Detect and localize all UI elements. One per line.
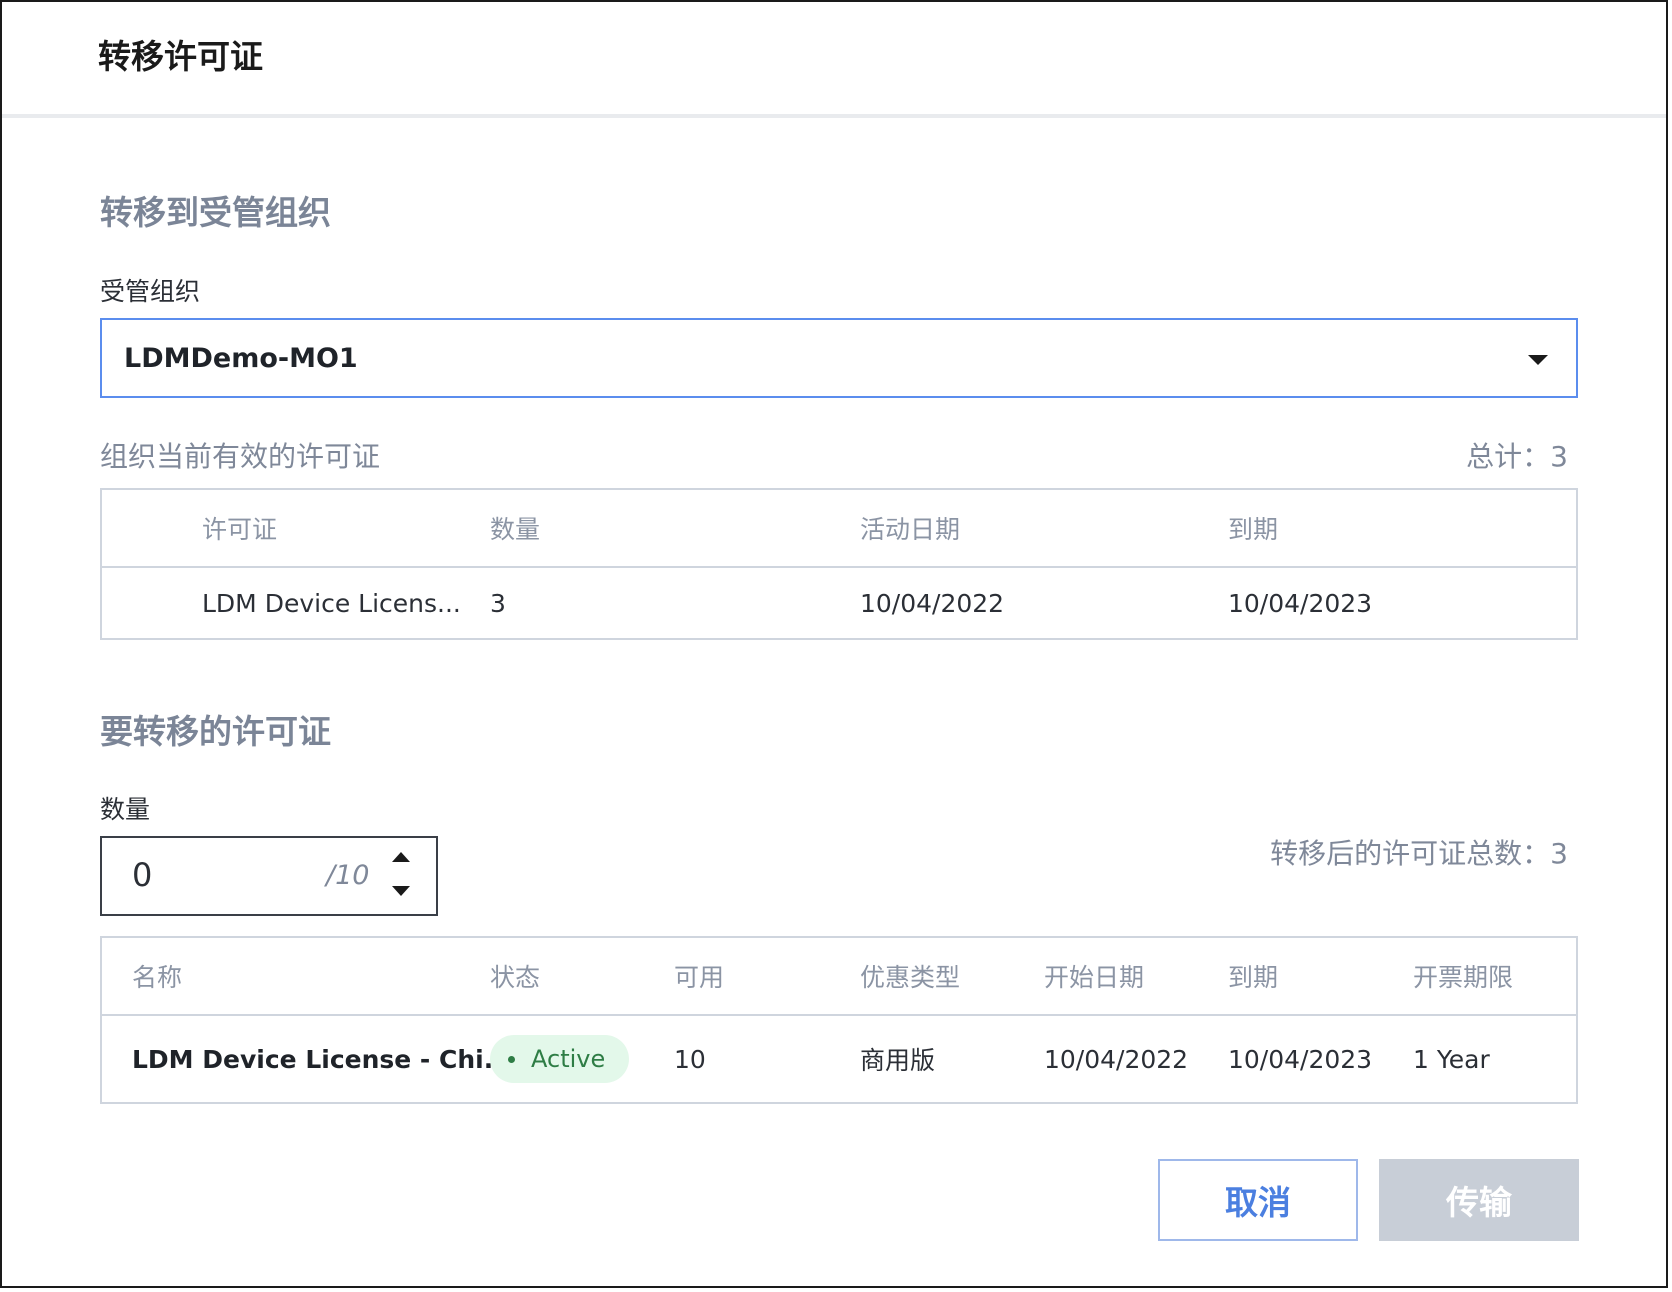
column-header-available: 可用 [674,963,725,992]
status-dot-icon [508,1055,515,1063]
expiry-cell: 10/04/2023 [1228,588,1373,618]
column-header-active-date: 活动日期 [860,515,961,544]
license-name-cell: LDM Device License - Chi... [132,1044,513,1074]
managed-org-select[interactable]: LDMDemo-MO1 [100,318,1578,398]
total-after-transfer-label: 转移后的许可证总数：3 [1270,837,1568,870]
dialog-title: 转移许可证 [98,37,263,76]
status-cell: Active [490,1016,630,1102]
column-header-quantity: 数量 [490,515,541,544]
transfer-button[interactable]: 传输 [1379,1159,1579,1241]
chevron-down-icon [1528,355,1548,365]
table-row[interactable]: LDM Device License - Chi... Active 10 商用… [102,1016,1576,1102]
table-header: 名称 状态 可用 优惠类型 开始日期 到期 开票期限 [102,938,1576,1016]
column-header-billing-term: 开票期限 [1413,963,1514,992]
active-date-cell: 10/04/2022 [860,588,1005,618]
column-header-expiry: 到期 [1228,963,1279,992]
cancel-button[interactable]: 取消 [1158,1159,1358,1241]
column-header-start-date: 开始日期 [1044,963,1145,992]
column-header-expiry: 到期 [1228,515,1279,544]
table-row: LDM Device Licens... 3 10/04/2022 10/04/… [102,568,1576,638]
increment-arrow-icon[interactable] [392,852,410,862]
transfer-license-dialog: 转移许可证 转移到受管组织 受管组织 LDMDemo-MO1 组织当前有效的许可… [0,0,1668,1288]
quantity-stepper[interactable]: 0 /10 [100,836,438,916]
column-header-status: 状态 [490,963,541,992]
status-badge: Active [490,1035,630,1083]
column-header-license: 许可证 [202,515,278,544]
quantity-input[interactable]: 0 [132,856,152,894]
managed-org-select-value: LDMDemo-MO1 [124,342,358,374]
start-date-cell: 10/04/2022 [1044,1044,1189,1074]
section-title-transfer-to-org: 转移到受管组织 [100,193,331,232]
table-header: 许可证 数量 活动日期 到期 [102,490,1576,568]
current-licenses-label: 组织当前有效的许可证 [100,440,381,473]
quantity-cell: 3 [490,588,506,618]
expiry-cell: 10/04/2023 [1228,1044,1373,1074]
status-badge-label: Active [531,1045,606,1073]
total-count-label: 总计：3 [1466,440,1568,473]
quantity-label: 数量 [100,795,151,824]
current-licenses-table: 许可证 数量 活动日期 到期 LDM Device Licens... 3 10… [100,488,1578,640]
licenses-to-transfer-table: 名称 状态 可用 优惠类型 开始日期 到期 开票期限 LDM Device Li… [100,936,1578,1104]
available-cell: 10 [674,1044,706,1074]
quantity-max: /10 [326,860,370,891]
license-name-cell: LDM Device Licens... [202,588,461,618]
column-header-name: 名称 [132,963,183,992]
decrement-arrow-icon[interactable] [392,886,410,896]
column-header-offer-type: 优惠类型 [860,963,961,992]
dialog-header: 转移许可证 [2,2,1666,118]
offer-type-cell: 商用版 [860,1046,936,1075]
billing-term-cell: 1 Year [1413,1044,1490,1074]
managed-org-label: 受管组织 [100,277,201,306]
section-title-licenses-to-transfer: 要转移的许可证 [100,712,331,751]
